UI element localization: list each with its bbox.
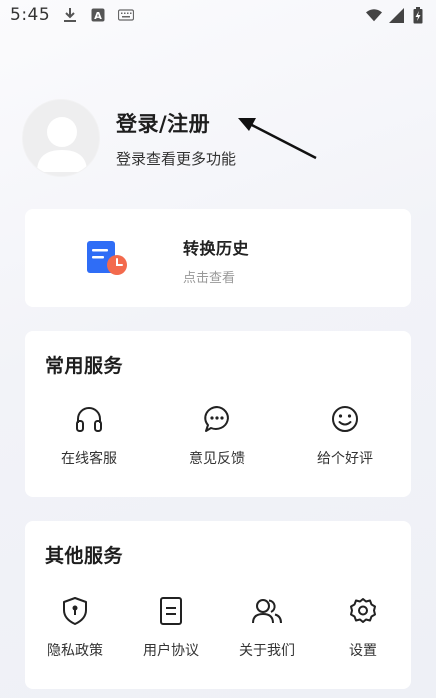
chat-bubble-icon <box>201 403 233 435</box>
common-services-title: 常用服务 <box>45 355 124 377</box>
user-agreement-button[interactable]: 用户协议 <box>123 595 219 660</box>
history-title: 转换历史 <box>183 239 250 258</box>
default-avatar-icon <box>37 117 87 172</box>
gear-icon <box>347 595 379 627</box>
status-time: 5:45 <box>10 5 51 25</box>
service-label: 在线客服 <box>61 451 117 467</box>
smiley-icon <box>329 403 361 435</box>
keyboard-icon <box>118 7 135 23</box>
arrow-annotation-icon <box>238 118 317 160</box>
privacy-policy-button[interactable]: 隐私政策 <box>27 595 123 660</box>
conversion-history-card[interactable]: 转换历史 点击查看 <box>25 209 411 307</box>
shield-lock-icon <box>59 595 91 627</box>
users-icon <box>251 595 283 627</box>
avatar[interactable] <box>22 99 100 177</box>
keyboard-a-icon: A <box>90 7 106 23</box>
feedback-button[interactable]: 意见反馈 <box>153 403 281 468</box>
download-icon <box>62 7 78 23</box>
status-bar: 5:45 A <box>0 0 436 30</box>
other-services-title: 其他服务 <box>45 545 124 567</box>
about-us-button[interactable]: 关于我们 <box>219 595 315 660</box>
document-clock-icon <box>87 241 129 277</box>
wifi-icon <box>366 7 382 23</box>
login-register-link[interactable]: 登录/注册 <box>116 108 236 138</box>
headphones-icon <box>73 403 105 435</box>
service-label: 给个好评 <box>317 451 373 467</box>
service-label: 设置 <box>349 643 377 659</box>
battery-charging-icon <box>410 6 426 23</box>
signal-icon <box>388 7 404 23</box>
service-label: 意见反馈 <box>189 451 245 467</box>
online-support-button[interactable]: 在线客服 <box>25 403 153 468</box>
other-services-card: 其他服务 隐私政策 用户协议 关于我们 设置 <box>25 521 411 689</box>
service-label: 用户协议 <box>143 643 199 659</box>
rate-us-button[interactable]: 给个好评 <box>281 403 409 468</box>
svg-text:A: A <box>94 11 102 22</box>
settings-button[interactable]: 设置 <box>315 595 411 660</box>
document-icon <box>155 595 187 627</box>
service-label: 隐私政策 <box>47 643 103 659</box>
profile-header[interactable]: 登录/注册 登录查看更多功能 <box>22 98 422 178</box>
common-services-card: 常用服务 在线客服 意见反馈 给个好评 <box>25 331 411 497</box>
history-subtitle: 点击查看 <box>183 271 236 286</box>
service-label: 关于我们 <box>239 643 295 659</box>
login-subtitle: 登录查看更多功能 <box>116 149 237 168</box>
